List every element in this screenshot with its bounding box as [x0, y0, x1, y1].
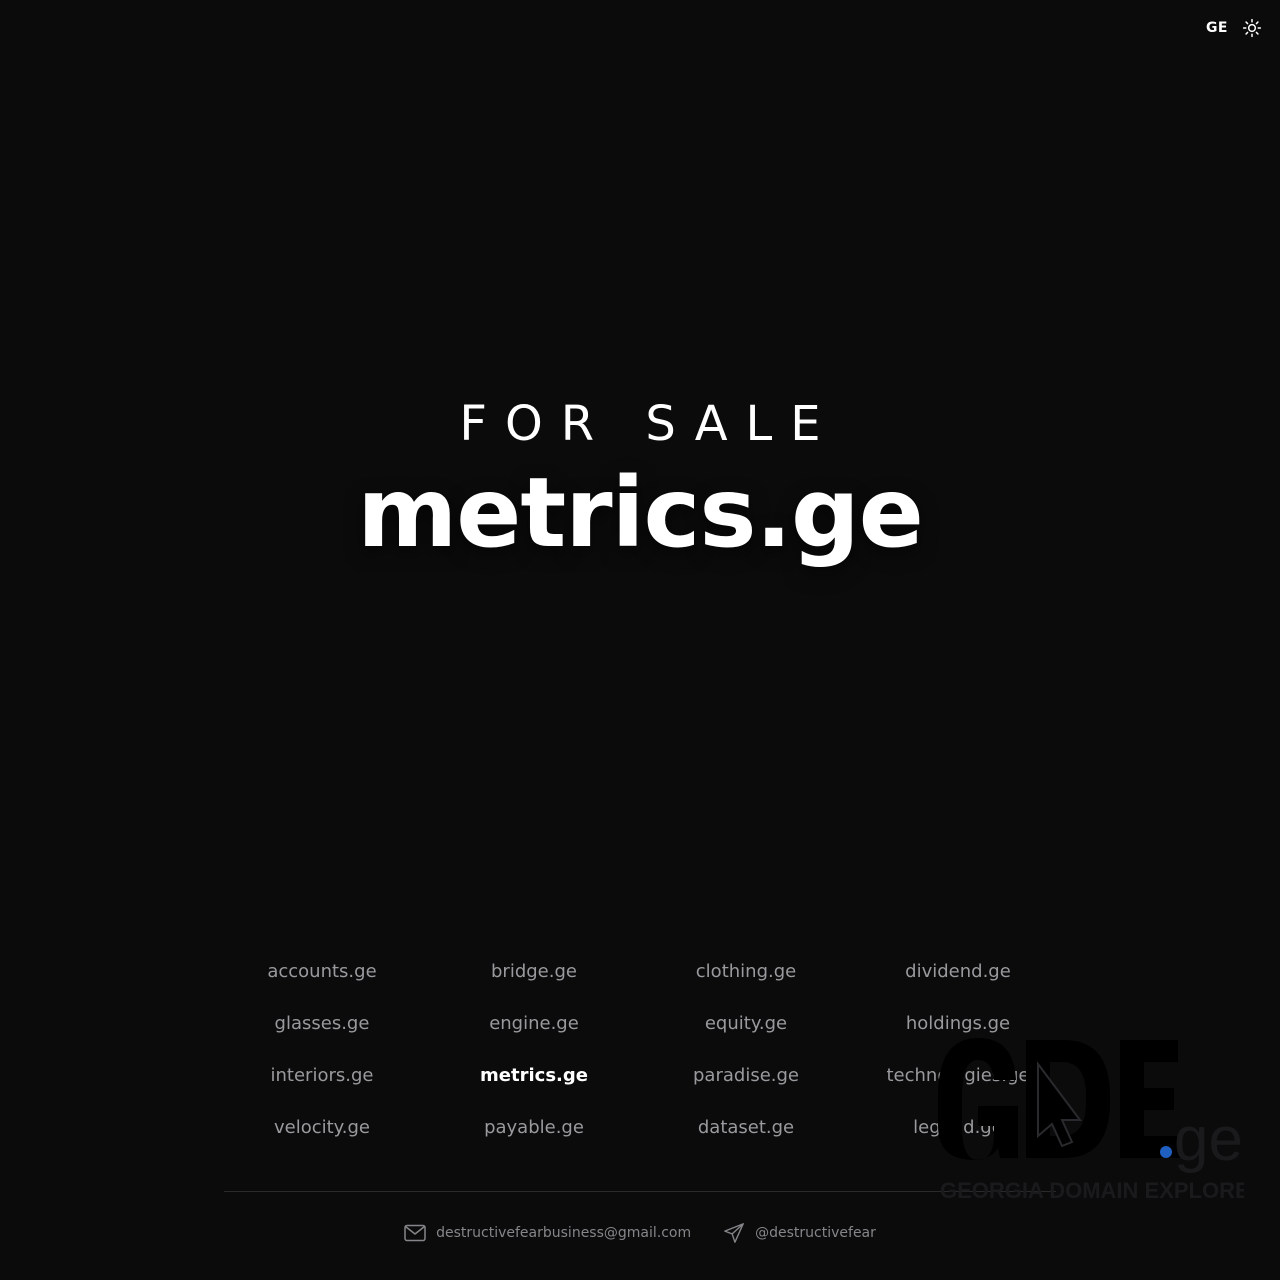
svg-text:ge: ge — [1174, 1105, 1243, 1174]
page: GE FOR SALE metrics.ge accounts.ge bridge… — [0, 0, 1280, 1280]
domain-link[interactable]: technologies.ge — [852, 1050, 1064, 1102]
theme-toggle-button[interactable] — [1240, 16, 1264, 40]
telegram-link[interactable]: @destructivefear — [723, 1222, 876, 1244]
divider — [224, 1191, 1056, 1192]
mail-icon — [404, 1224, 426, 1242]
contacts: destructivefearbusiness@gmail.com @destr… — [0, 1222, 1280, 1244]
sun-icon — [1242, 18, 1262, 38]
domain-link[interactable]: glasses.ge — [216, 998, 428, 1050]
domain-link[interactable]: paradise.ge — [640, 1050, 852, 1102]
send-icon — [724, 1223, 744, 1243]
domain-link[interactable]: dataset.ge — [640, 1102, 852, 1154]
domain-link[interactable]: bridge.ge — [428, 946, 640, 998]
language-toggle[interactable]: GE — [1206, 20, 1228, 36]
domain-link[interactable]: dividend.ge — [852, 946, 1064, 998]
hero: FOR SALE metrics.ge — [0, 396, 1280, 568]
domain-link[interactable]: metrics.ge — [428, 1050, 640, 1102]
domain-link[interactable]: equity.ge — [640, 998, 852, 1050]
domain-link[interactable]: clothing.ge — [640, 946, 852, 998]
domain-link[interactable]: legend.ge — [852, 1102, 1064, 1154]
topbar: GE — [1206, 16, 1264, 40]
for-sale-tagline: FOR SALE — [459, 396, 839, 452]
domain-link[interactable]: accounts.ge — [216, 946, 428, 998]
email-text: destructivefearbusiness@gmail.com — [436, 1225, 692, 1241]
domain-link[interactable]: engine.ge — [428, 998, 640, 1050]
domain-link[interactable]: interiors.ge — [216, 1050, 428, 1102]
telegram-handle: @destructivefear — [755, 1225, 876, 1241]
domain-title: metrics.ge — [357, 457, 924, 569]
domain-link[interactable]: holdings.ge — [852, 998, 1064, 1050]
domain-link[interactable]: payable.ge — [428, 1102, 640, 1154]
email-link[interactable]: destructivefearbusiness@gmail.com — [404, 1224, 691, 1242]
domain-link[interactable]: velocity.ge — [216, 1102, 428, 1154]
domain-list: accounts.ge bridge.ge clothing.ge dividend.… — [216, 946, 1064, 1154]
